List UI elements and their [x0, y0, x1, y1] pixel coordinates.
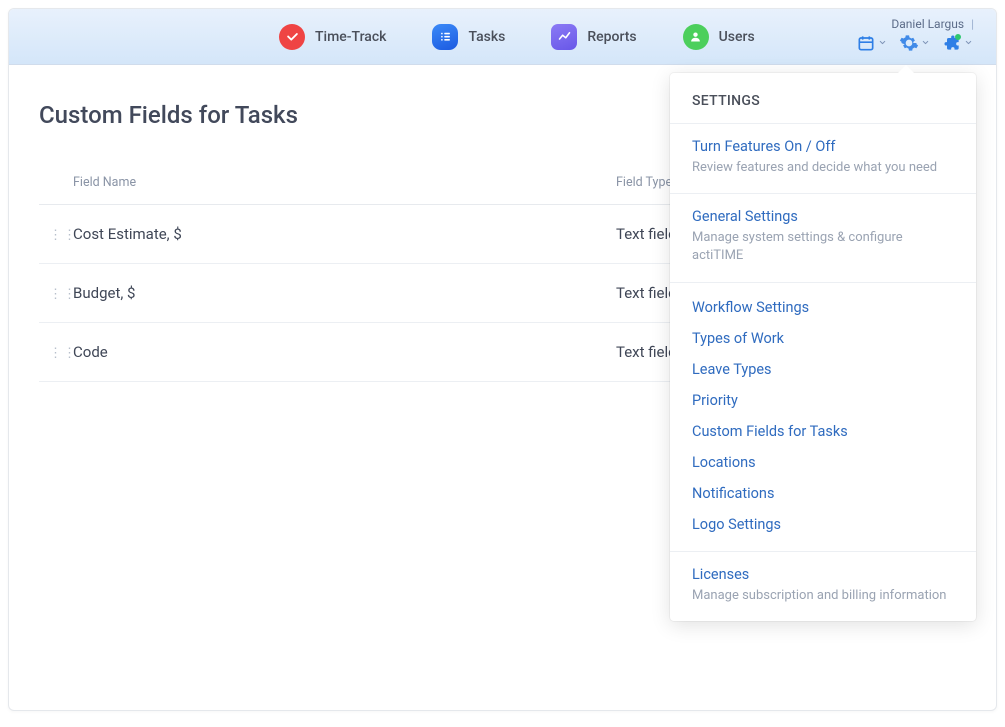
- settings-link-leave-types[interactable]: Leave Types: [692, 361, 954, 378]
- cell-field-name: Cost Estimate, $: [73, 225, 616, 243]
- current-user-label[interactable]: Daniel Largus |: [891, 17, 974, 31]
- reports-icon: [551, 24, 577, 50]
- settings-link-general[interactable]: General Settings: [692, 208, 954, 225]
- popover-section: Turn Features On / Off Review features a…: [670, 123, 976, 193]
- settings-link-licenses[interactable]: Licenses: [692, 566, 954, 583]
- popover-section: General Settings Manage system settings …: [670, 193, 976, 281]
- chevron-down-icon: [878, 38, 887, 47]
- chevron-down-icon: [964, 38, 973, 47]
- settings-link-notifications[interactable]: Notifications: [692, 485, 954, 502]
- settings-desc: Manage system settings & configure actiT…: [692, 229, 954, 265]
- settings-popover: SETTINGS Turn Features On / Off Review f…: [670, 73, 976, 621]
- pipe-separator: |: [968, 17, 974, 31]
- col-field-name: Field Name: [73, 175, 616, 190]
- nav-label: Users: [719, 29, 755, 45]
- tasks-icon: [432, 24, 458, 50]
- nav-label: Time-Track: [315, 29, 386, 45]
- cell-field-name: Budget, $: [73, 284, 616, 302]
- nav-tasks[interactable]: Tasks: [432, 24, 505, 50]
- settings-link-locations[interactable]: Locations: [692, 454, 954, 471]
- settings-link-features[interactable]: Turn Features On / Off: [692, 138, 954, 155]
- settings-desc: Review features and decide what you need: [692, 159, 954, 177]
- calendar-button[interactable]: [853, 31, 890, 55]
- nav-users[interactable]: Users: [683, 24, 755, 50]
- popover-title: SETTINGS: [670, 73, 976, 123]
- settings-link-workflow[interactable]: Workflow Settings: [692, 299, 954, 316]
- settings-link-custom-fields[interactable]: Custom Fields for Tasks: [692, 423, 954, 440]
- nav-label: Reports: [587, 29, 636, 45]
- integrations-button[interactable]: [939, 31, 976, 55]
- time-track-icon: [279, 24, 305, 50]
- nav-reports[interactable]: Reports: [551, 24, 636, 50]
- settings-desc: Manage subscription and billing informat…: [692, 587, 954, 605]
- chevron-down-icon: [921, 38, 930, 47]
- app-container: Time-Track Tasks Reports Users: [8, 8, 997, 711]
- nav-label: Tasks: [468, 29, 505, 45]
- settings-button[interactable]: [896, 31, 933, 55]
- nav-group: Time-Track Tasks Reports Users: [279, 24, 755, 50]
- settings-link-logo[interactable]: Logo Settings: [692, 516, 954, 533]
- popover-section: Licenses Manage subscription and billing…: [670, 551, 976, 621]
- puzzle-icon: [942, 33, 962, 53]
- topbar: Time-Track Tasks Reports Users: [9, 9, 996, 65]
- popover-link-list: Workflow Settings Types of Work Leave Ty…: [670, 282, 976, 551]
- nav-time-track[interactable]: Time-Track: [279, 24, 386, 50]
- settings-link-types-of-work[interactable]: Types of Work: [692, 330, 954, 347]
- cell-field-name: Code: [73, 343, 616, 361]
- settings-link-priority[interactable]: Priority: [692, 392, 954, 409]
- users-icon: [683, 24, 709, 50]
